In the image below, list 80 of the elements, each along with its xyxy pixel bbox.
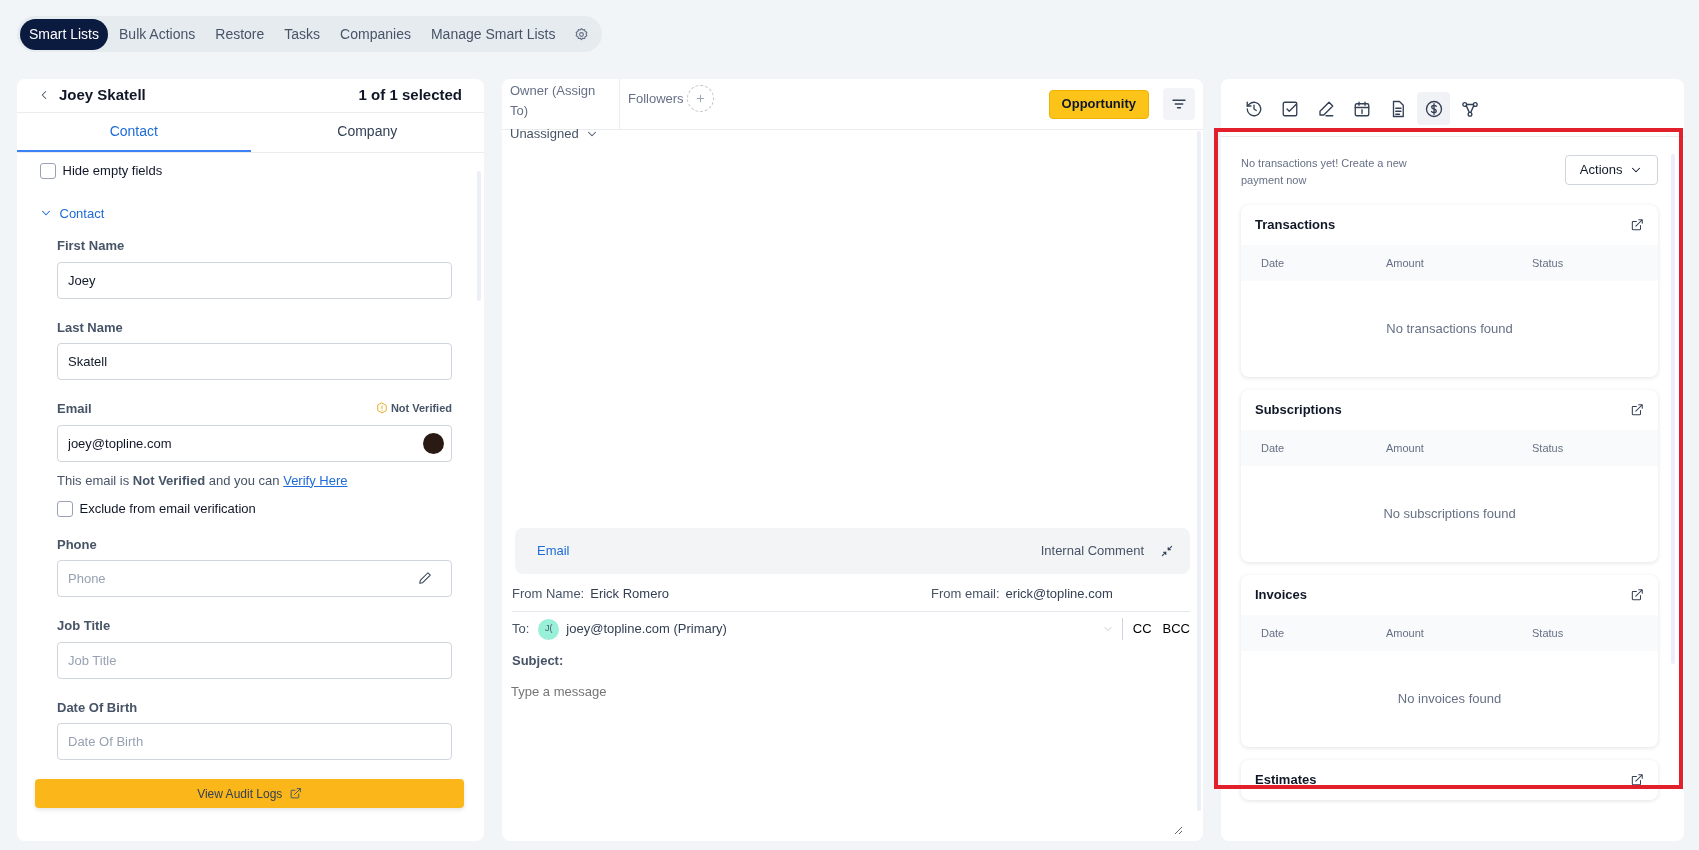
nav-tab[interactable]: Bulk Actions xyxy=(110,18,205,50)
column-header: Date xyxy=(1261,625,1286,641)
section-title[interactable]: Contact xyxy=(59,203,105,223)
history-icon xyxy=(1244,99,1263,118)
owner-dropdown[interactable]: Unassigned xyxy=(510,124,611,144)
field-label: Last Name xyxy=(57,318,123,337)
checkbox-icon xyxy=(1280,99,1299,118)
column-header: Amount xyxy=(1386,440,1425,456)
contact-name: Joey Skatell xyxy=(59,85,146,106)
from-email: erick@topline.com xyxy=(1005,584,1113,603)
checkbox-label: Exclude from email verification xyxy=(79,500,256,518)
column-header: Amount xyxy=(1386,625,1425,641)
phone-field[interactable]: Phone xyxy=(57,560,452,597)
followers-label: Followers xyxy=(628,90,684,108)
email-field[interactable]: joey@topline.com xyxy=(57,424,452,462)
warning-icon xyxy=(375,402,388,415)
column-header: Status xyxy=(1532,440,1565,456)
external-link-icon xyxy=(288,787,302,800)
checkbox-label: Hide empty fields xyxy=(62,162,163,180)
nodes-icon xyxy=(1460,99,1479,118)
to-label: To: xyxy=(512,620,530,639)
text-field[interactable]: Skatell xyxy=(57,343,452,380)
nav-tab[interactable]: Companies xyxy=(331,18,420,50)
column-header: Date xyxy=(1261,440,1286,456)
dollar-icon xyxy=(1424,99,1443,118)
checkbox[interactable] xyxy=(40,162,56,179)
from-name-label: From Name: xyxy=(512,584,585,603)
empty-state-text: No subscriptions found xyxy=(1383,505,1516,524)
nav-tab[interactable]: Tasks xyxy=(275,18,330,50)
audit-logs-button[interactable]: View Audit Logs xyxy=(35,779,464,808)
column-header: Status xyxy=(1532,255,1565,271)
from-email-label: From email: xyxy=(931,584,1000,603)
text-field[interactable]: Date Of Birth xyxy=(57,723,452,760)
verify-link[interactable]: Verify Here xyxy=(283,472,348,488)
text-field[interactable]: Job Title xyxy=(57,641,452,679)
nav-tab[interactable]: Manage Smart Lists xyxy=(421,18,565,50)
selection-count: 1 of 1 selected xyxy=(358,85,462,106)
verification-note: This email is Not Verified and you can Verify Here xyxy=(57,471,349,490)
actions-button[interactable]: Actions xyxy=(1564,155,1658,185)
section-title: Invoices xyxy=(1255,586,1308,605)
nav-tab[interactable]: Smart Lists xyxy=(20,18,108,50)
settings-icon[interactable] xyxy=(574,26,590,42)
filter-button[interactable] xyxy=(1163,88,1195,120)
calendar-icon xyxy=(1352,99,1371,118)
external-link-icon[interactable] xyxy=(1630,773,1644,787)
field-label: Phone xyxy=(57,535,97,554)
composer-tab[interactable]: Email xyxy=(531,540,576,562)
owner-label: Owner (Assign To) xyxy=(510,82,597,120)
from-name: Erick Romero xyxy=(590,584,669,603)
empty-state-text: No transactions found xyxy=(1386,320,1513,339)
bcc-button[interactable]: BCC xyxy=(1162,619,1190,639)
pencil-icon[interactable] xyxy=(418,571,432,585)
field-label: Date Of Birth xyxy=(57,698,138,717)
nav-tab[interactable]: Restore xyxy=(206,18,274,50)
verification-status: Not Verified xyxy=(390,401,452,416)
checkbox[interactable] xyxy=(57,500,73,517)
text-field[interactable]: Joey xyxy=(57,261,452,299)
section-title: Subscriptions xyxy=(1255,401,1342,420)
external-link-icon[interactable] xyxy=(1630,218,1644,232)
cc-button[interactable]: CC xyxy=(1132,619,1152,639)
empty-state-text: No invoices found xyxy=(1397,690,1502,709)
section-title: Estimates xyxy=(1255,771,1317,790)
column-header: Date xyxy=(1261,255,1286,271)
collapse-icon[interactable] xyxy=(1160,544,1174,558)
recipient-avatar: J( xyxy=(538,618,560,640)
icon-tab[interactable] xyxy=(1417,92,1450,125)
external-link-icon[interactable] xyxy=(1630,588,1644,602)
field-label: Job Title xyxy=(57,617,111,635)
pen-icon xyxy=(1316,99,1335,118)
field-label: Email xyxy=(57,400,92,418)
column-header: Status xyxy=(1532,625,1565,641)
field-label: First Name xyxy=(57,237,125,255)
column-header: Amount xyxy=(1386,255,1425,271)
composer-tab[interactable]: Internal Comment xyxy=(1034,540,1150,562)
subject-label: Subject: xyxy=(512,652,564,671)
empty-payments-message: No transactions yet! Create a new payment now xyxy=(1241,156,1408,188)
section-title: Transactions xyxy=(1255,216,1336,235)
external-link-icon[interactable] xyxy=(1630,403,1644,417)
recipient-email: joey@topline.com (Primary) xyxy=(566,620,727,639)
opportunity-button[interactable]: Opportunity xyxy=(1048,89,1149,119)
